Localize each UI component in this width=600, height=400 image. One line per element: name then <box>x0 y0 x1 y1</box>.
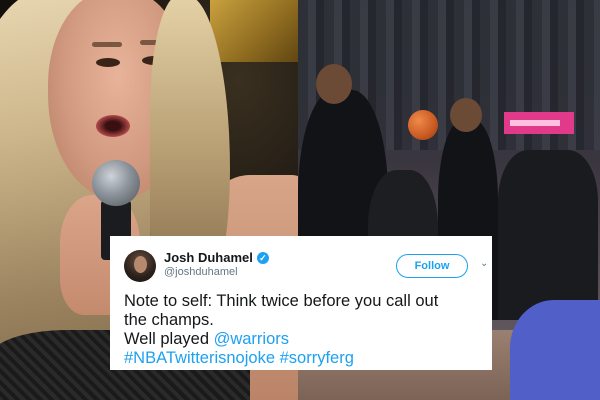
eyebrow-left <box>92 42 122 47</box>
basketball-icon <box>408 110 438 140</box>
blue-jersey-foreground <box>510 300 600 400</box>
embedded-tweet-card[interactable]: Josh Duhamel ✓ @joshduhamel Follow ⌄ Not… <box>110 236 492 370</box>
hashtag-sorryferg-link[interactable]: #sorryferg <box>280 349 354 367</box>
player-dribbling-head <box>450 98 482 132</box>
pink-arena-sign <box>504 112 574 134</box>
tweet-text: Note to self: Think twice before you cal… <box>124 292 478 368</box>
eye-left <box>96 58 120 67</box>
gold-plaque-background <box>210 0 298 62</box>
user-handle[interactable]: @joshduhamel <box>164 266 238 278</box>
hashtag-nbatwitterisnojoke-link[interactable]: #NBATwitterisnojoke <box>124 349 275 367</box>
mention-warriors-link[interactable]: @warriors <box>214 330 289 348</box>
pink-sign-text-strip <box>510 120 560 126</box>
team-staff-group <box>498 150 598 320</box>
tweet-line-1: Note to self: Think twice before you cal… <box>124 292 439 310</box>
microphone-icon <box>92 160 140 206</box>
tweet-line-3: Well played @warriors <box>124 330 478 349</box>
chevron-down-icon[interactable]: ⌄ <box>480 258 488 269</box>
tweet-header: Josh Duhamel ✓ @joshduhamel Follow ⌄ <box>124 246 488 286</box>
avatar-face <box>134 256 147 273</box>
tweet-line-2: the champs. <box>124 311 214 329</box>
display-name[interactable]: Josh Duhamel <box>164 250 253 265</box>
tweet-line-3-text: Well played <box>124 330 214 348</box>
open-mouth <box>96 115 130 137</box>
avatar[interactable] <box>124 250 156 282</box>
name-row: Josh Duhamel ✓ <box>164 250 269 265</box>
verified-badge-icon: ✓ <box>256 251 269 264</box>
tweet-line-4: #NBATwitterisnojoke #sorryferg <box>124 349 478 368</box>
player-back-head <box>316 64 352 104</box>
follow-button[interactable]: Follow <box>396 254 468 278</box>
